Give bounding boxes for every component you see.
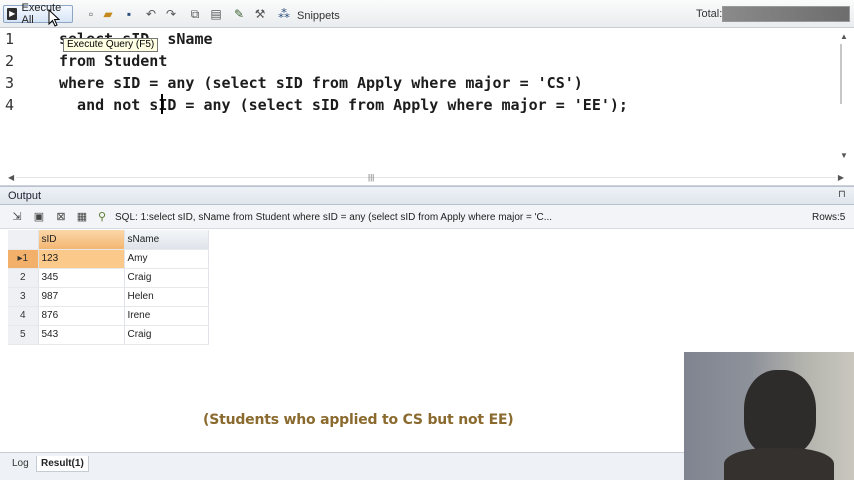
cell-sname[interactable]: Craig bbox=[124, 325, 209, 345]
sql-summary: SQL: 1:select sID, sName from Student wh… bbox=[115, 212, 553, 223]
table-row[interactable]: ▸1 123 Amy bbox=[8, 249, 209, 269]
scroll-up-icon[interactable]: ▲ bbox=[840, 32, 848, 41]
scrollbar-thumb[interactable] bbox=[840, 44, 848, 104]
mouse-cursor-icon bbox=[48, 9, 60, 27]
open-icon[interactable]: ▰ bbox=[101, 7, 115, 21]
line-number: 2 bbox=[5, 52, 15, 70]
snippets-button[interactable]: Snippets bbox=[297, 7, 340, 25]
table-row[interactable]: 2 345 Craig bbox=[8, 268, 209, 288]
main-toolbar: ▶ Execute All ▫ ▰ ▪ ↶ ↷ ⧉ ▤ ✎ ⚒ ⁂ Snippe… bbox=[0, 0, 854, 28]
total-label: Total: bbox=[696, 8, 723, 20]
export-icon[interactable]: ⇲ bbox=[11, 211, 23, 223]
execute-all-button[interactable]: ▶ Execute All bbox=[3, 2, 73, 26]
cell-sname[interactable]: Irene bbox=[124, 306, 209, 326]
new-icon[interactable]: ▫ bbox=[84, 7, 98, 21]
row-number[interactable]: 4 bbox=[8, 306, 39, 326]
clear-icon[interactable]: ▦ bbox=[76, 211, 88, 223]
save-icon[interactable]: ▪ bbox=[122, 7, 136, 21]
video-caption: (Students who applied to CS but not EE) bbox=[203, 412, 514, 428]
undo-icon[interactable]: ↶ bbox=[144, 7, 158, 21]
grid-header-row: sID sName bbox=[8, 230, 209, 250]
table-row[interactable]: 4 876 Irene bbox=[8, 306, 209, 326]
cell-sid[interactable]: 987 bbox=[38, 287, 125, 307]
line-number: 3 bbox=[5, 74, 15, 92]
tooltip: Execute Query (F5) bbox=[63, 38, 159, 52]
scroll-left-icon[interactable]: ◀ bbox=[8, 173, 14, 182]
redo-icon[interactable]: ↷ bbox=[164, 7, 178, 21]
cell-sid[interactable]: 345 bbox=[38, 268, 125, 288]
total-field bbox=[722, 6, 850, 22]
row-header-corner[interactable] bbox=[8, 230, 39, 250]
column-header-sname[interactable]: sName bbox=[124, 230, 209, 250]
code-line[interactable]: from Student bbox=[59, 52, 167, 70]
row-number[interactable]: 5 bbox=[8, 325, 39, 345]
vertical-scrollbar[interactable]: ▲ ▼ bbox=[838, 32, 850, 160]
cell-sid[interactable]: 543 bbox=[38, 325, 125, 345]
wrench-icon[interactable]: ⚒ bbox=[253, 7, 267, 21]
code-line[interactable]: and not sID = any (select sID from Apply… bbox=[59, 96, 628, 114]
row-number[interactable]: ▸1 bbox=[8, 249, 39, 269]
line-number-gutter: 1 2 3 4 bbox=[0, 28, 16, 172]
format-icon[interactable]: ✎ bbox=[232, 7, 246, 21]
execute-all-label: Execute All bbox=[21, 2, 62, 26]
cell-sid[interactable]: 876 bbox=[38, 306, 125, 326]
line-number: 1 bbox=[5, 30, 15, 48]
cell-sname[interactable]: Craig bbox=[124, 268, 209, 288]
table-row[interactable]: 5 543 Craig bbox=[8, 325, 209, 345]
paste-icon[interactable]: ▤ bbox=[209, 7, 223, 21]
row-number[interactable]: 3 bbox=[8, 287, 39, 307]
table-row[interactable]: 3 987 Helen bbox=[8, 287, 209, 307]
horizontal-scrollbar[interactable]: ◀ ||| ▶ bbox=[8, 172, 844, 183]
webcam-video bbox=[684, 352, 854, 480]
text-caret bbox=[161, 94, 163, 114]
tab-result[interactable]: Result(1) bbox=[36, 456, 89, 472]
row-number[interactable]: 2 bbox=[8, 268, 39, 288]
snippets-icon: ⁂ bbox=[278, 7, 290, 21]
presenter-head bbox=[744, 370, 816, 456]
code-line[interactable]: where sID = any (select sID from Apply w… bbox=[59, 74, 583, 92]
copy-icon[interactable]: ⧉ bbox=[188, 7, 202, 21]
column-header-sid[interactable]: sID bbox=[38, 230, 125, 250]
scrollbar-grip-icon[interactable]: ||| bbox=[368, 173, 374, 182]
presenter-body bbox=[724, 448, 834, 480]
pin-icon[interactable]: ⊓ bbox=[838, 189, 846, 200]
excel-icon[interactable]: ⊠ bbox=[55, 211, 67, 223]
execute-icon: ▶ bbox=[7, 8, 18, 20]
cell-sname[interactable]: Amy bbox=[124, 249, 209, 269]
line-number: 4 bbox=[5, 96, 15, 114]
output-toolbar: ⇲ ▣ ⊠ ▦ ⚲ SQL: 1:select sID, sName from … bbox=[0, 205, 854, 229]
cell-sid[interactable]: 123 bbox=[38, 249, 125, 269]
scroll-down-icon[interactable]: ▼ bbox=[840, 151, 848, 160]
output-tabs: Log Result(1) bbox=[0, 452, 684, 480]
cell-sname[interactable]: Helen bbox=[124, 287, 209, 307]
output-title: Output bbox=[8, 190, 42, 202]
scrollbar-track[interactable] bbox=[16, 177, 836, 178]
result-grid[interactable]: sID sName ▸1 123 Amy 2 345 Craig 3 987 H… bbox=[8, 230, 209, 345]
filter-icon[interactable]: ⚲ bbox=[96, 211, 108, 223]
output-panel-header: Output ⊓ bbox=[0, 186, 854, 205]
rows-count: Rows:5 bbox=[812, 212, 846, 223]
tab-log[interactable]: Log bbox=[8, 456, 33, 472]
scroll-right-icon[interactable]: ▶ bbox=[838, 173, 844, 182]
print-icon[interactable]: ▣ bbox=[33, 211, 45, 223]
